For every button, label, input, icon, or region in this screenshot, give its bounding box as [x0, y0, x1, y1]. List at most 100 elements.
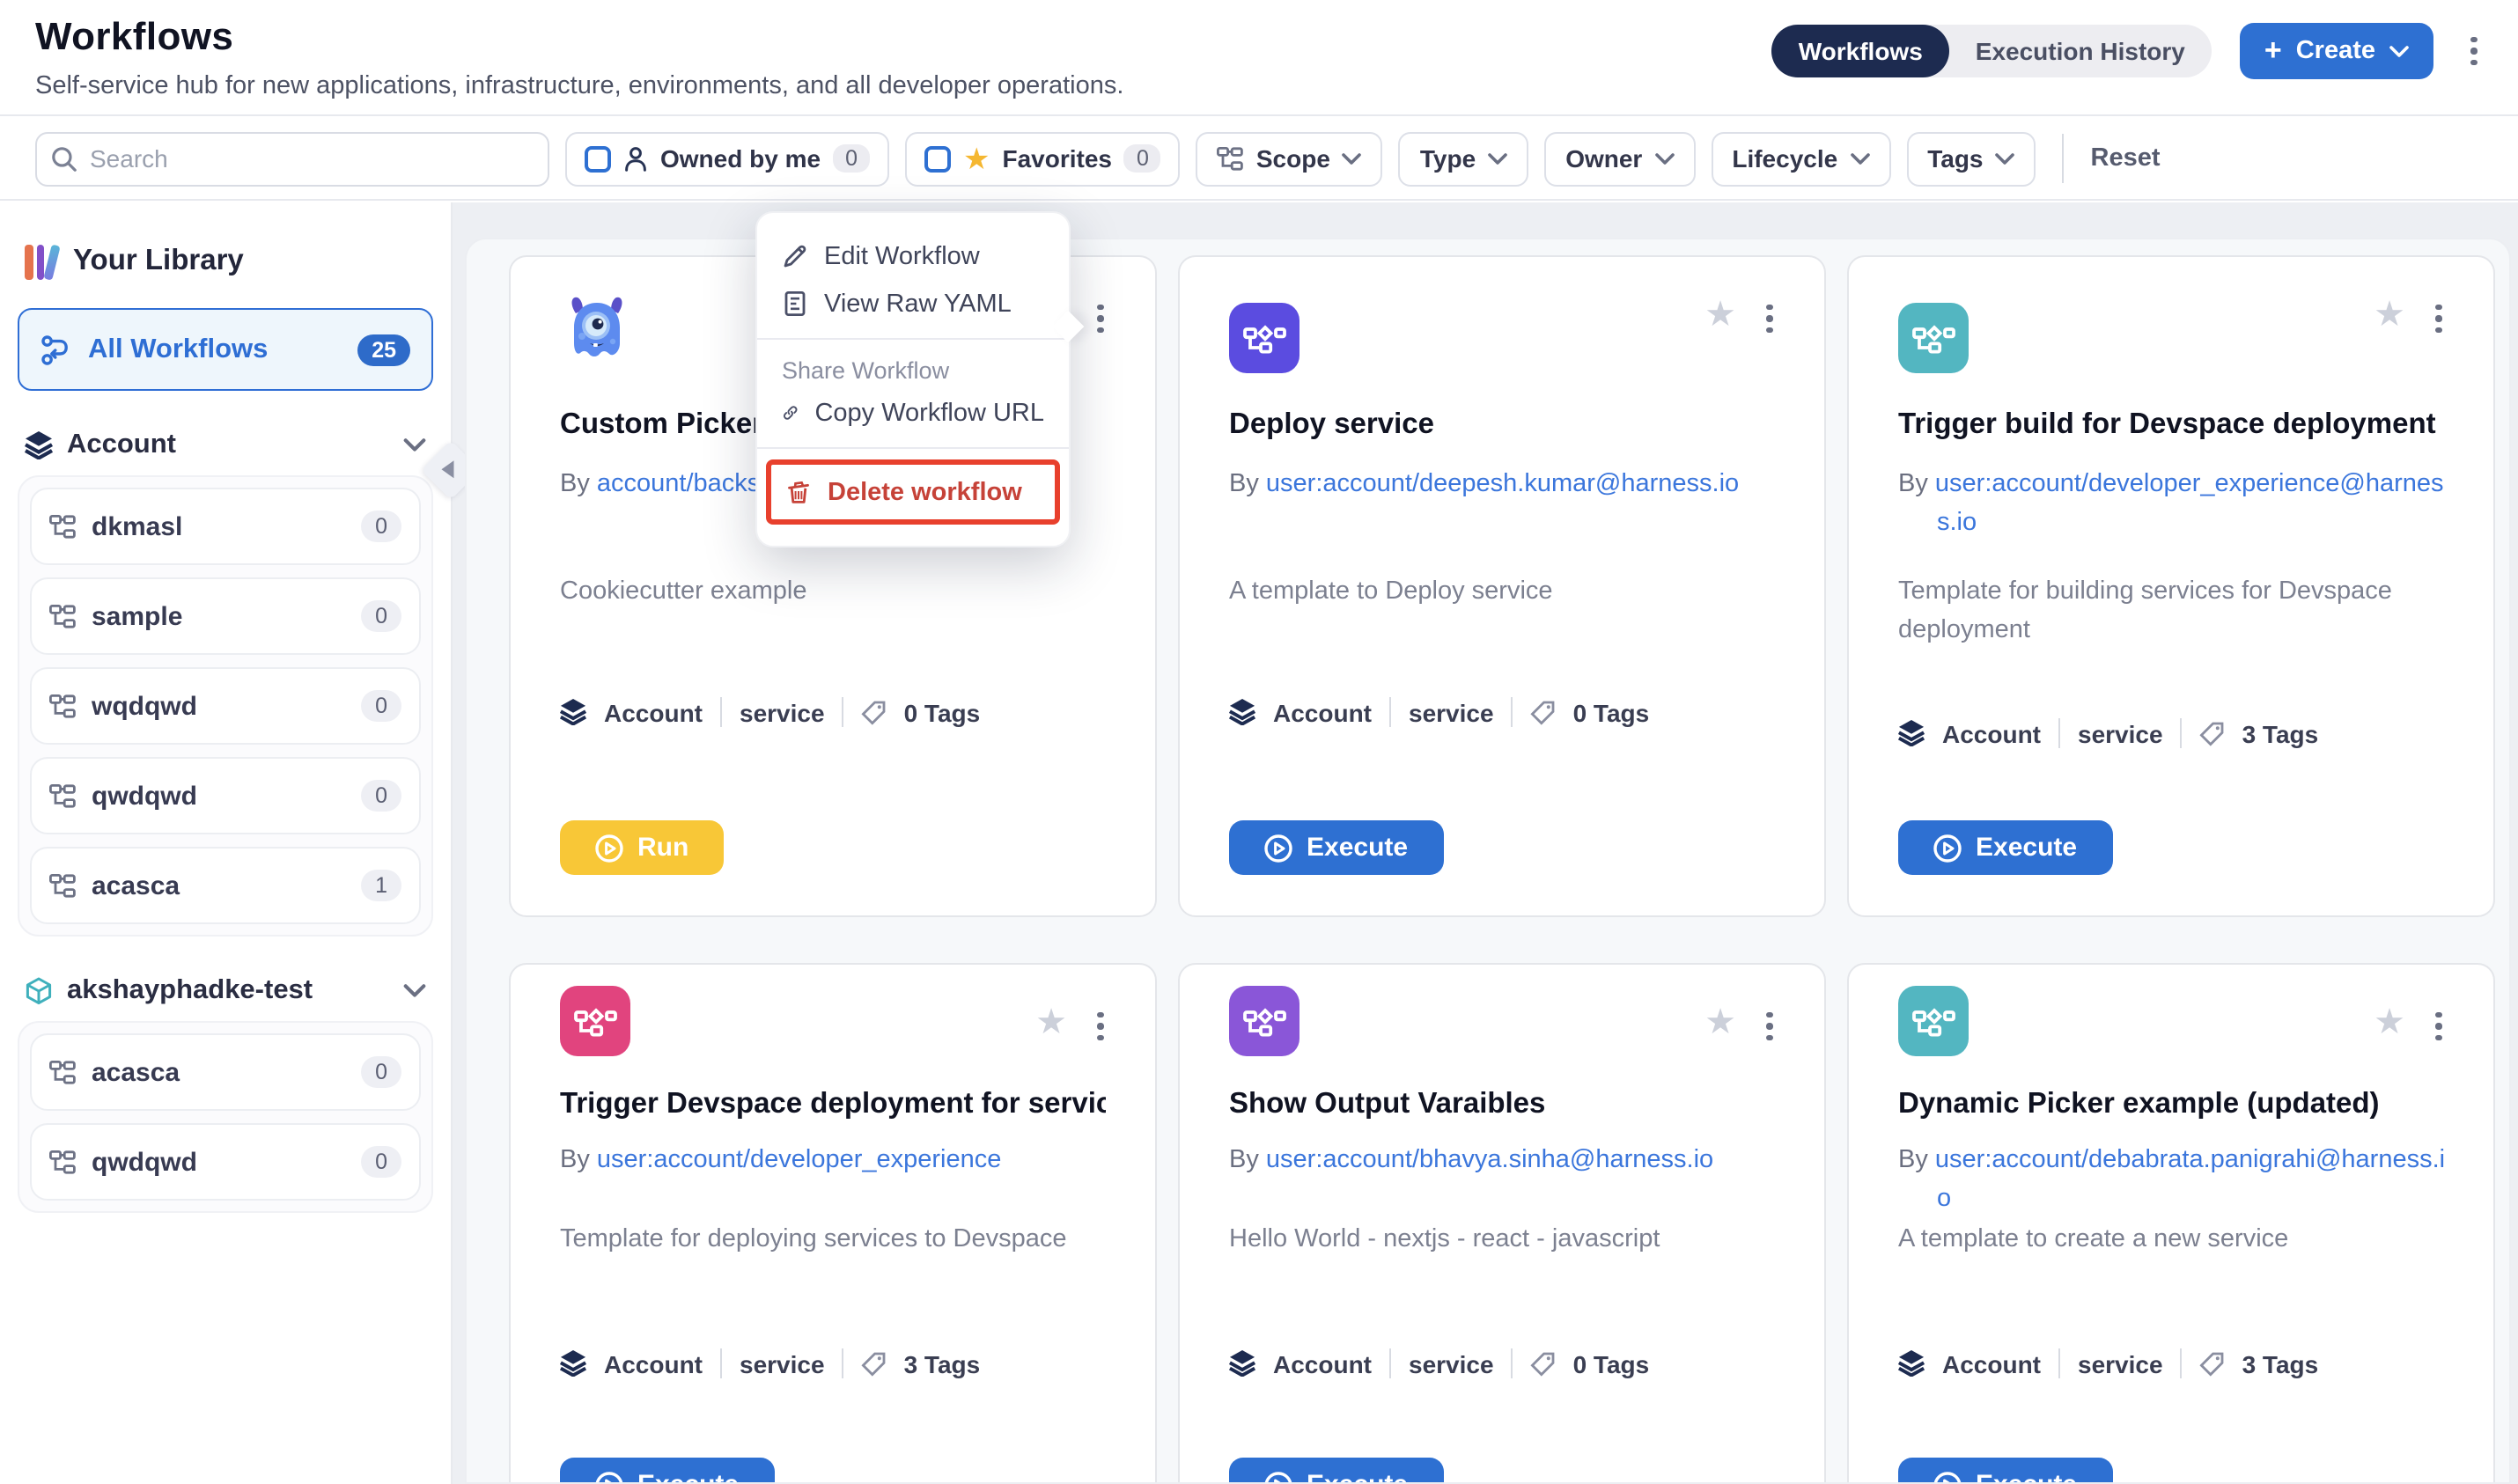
favorites-checkbox[interactable] — [924, 145, 951, 172]
card-kebab-menu-icon[interactable] — [2426, 299, 2451, 338]
by-label: By — [1229, 1146, 1259, 1174]
type-dropdown[interactable]: Type — [1399, 131, 1528, 186]
layers-icon — [1229, 699, 1255, 725]
menu-item-copy-workflow-url[interactable]: Copy Workflow URL — [782, 389, 1044, 437]
create-button[interactable]: + Create — [2240, 23, 2433, 79]
favorite-star-icon[interactable]: ★ — [1704, 1000, 1736, 1044]
chevron-down-icon — [1850, 152, 1869, 165]
lifecycle-dropdown[interactable]: Lifecycle — [1711, 131, 1890, 186]
owner-link[interactable]: account/backs — [597, 470, 760, 498]
share-workflow-section-label: Share Workflow — [782, 350, 1044, 389]
search-input[interactable] — [35, 131, 549, 186]
person-icon — [623, 145, 648, 172]
sidebar-item-qwdqwd-2[interactable]: qwdqwd 0 — [30, 1123, 421, 1201]
page-kebab-menu-icon[interactable] — [2462, 32, 2486, 70]
favorite-star-icon[interactable]: ★ — [1035, 1000, 1067, 1044]
execute-button[interactable]: Execute — [1898, 820, 2112, 875]
sidebar-item-qwdqwd[interactable]: qwdqwd 0 — [30, 757, 421, 834]
play-icon — [595, 1471, 623, 1484]
card-kebab-menu-icon[interactable] — [1757, 299, 1782, 338]
favorite-star-icon[interactable]: ★ — [2374, 292, 2405, 336]
chevron-down-icon — [403, 438, 426, 452]
favorite-star-icon[interactable]: ★ — [1704, 292, 1736, 336]
sidebar-item-dkmasl[interactable]: dkmasl 0 — [30, 488, 421, 565]
workflow-meta: Account service 0 Tags — [560, 697, 980, 727]
sidebar-group-account[interactable]: Account — [25, 430, 426, 461]
scope-dropdown[interactable]: Scope — [1196, 131, 1383, 186]
play-icon — [1933, 834, 1962, 862]
owner-link[interactable]: user:account/developer_experience — [597, 1146, 1001, 1174]
toggle-execution-history[interactable]: Execution History — [1949, 25, 2212, 77]
sidebar-group-akshayphadke-test[interactable]: akshayphadke-test — [25, 975, 426, 1007]
workflow-owner: By user:account/developer_experience@har… — [1898, 465, 2455, 544]
owner-dropdown[interactable]: Owner — [1544, 131, 1695, 186]
list-item-label: acasca — [92, 1057, 345, 1087]
workflow-meta: Account service 0 Tags — [1229, 1348, 1649, 1378]
owned-by-me-filter[interactable]: Owned by me 0 — [565, 131, 889, 186]
by-label: By — [1898, 1146, 1928, 1174]
tags-dropdown[interactable]: Tags — [1906, 131, 2036, 186]
chevron-down-icon — [1996, 152, 2015, 165]
layers-icon — [1229, 1350, 1255, 1377]
list-item-label: acasca — [92, 871, 345, 900]
execute-button[interactable]: Execute — [1229, 820, 1443, 875]
count-badge: 0 — [361, 1146, 401, 1178]
reset-filters-button[interactable]: Reset — [2091, 144, 2161, 173]
owned-by-me-checkbox[interactable] — [585, 145, 611, 172]
scope-dropdown-label: Scope — [1256, 144, 1330, 173]
chevron-down-icon — [1654, 152, 1674, 165]
favorites-filter[interactable]: ★ Favorites 0 — [905, 131, 1181, 186]
library-icon — [25, 241, 55, 280]
execute-button[interactable]: Execute — [560, 1458, 774, 1484]
tag-icon — [2200, 721, 2225, 746]
card-kebab-menu-icon[interactable] — [1088, 1007, 1113, 1046]
execute-button-label: Execute — [1307, 1470, 1408, 1484]
page-title: Workflows — [35, 14, 233, 60]
owner-link[interactable]: user:account/deepesh.kumar@harness.io — [1266, 470, 1739, 498]
workflow-owner: By user:account/bhavya.sinha@harness.io — [1229, 1141, 1785, 1180]
by-label: By — [1898, 470, 1928, 498]
favorite-star-icon[interactable]: ★ — [2374, 1000, 2405, 1044]
tags-label: 0 Tags — [1573, 1349, 1650, 1377]
execute-button[interactable]: Execute — [1229, 1458, 1443, 1484]
workflow-card-trigger-build-devspace[interactable]: ★ Trigger build for Devspace deployment … — [1847, 255, 2495, 917]
workflow-card-icon — [1229, 986, 1299, 1056]
workflow-owner: By user:account/debabrata.panigrahi@harn… — [1898, 1141, 2455, 1220]
chevron-down-icon — [1343, 152, 1362, 165]
owner-link[interactable]: user:account/debabrata.panigrahi@harness… — [1935, 1146, 2445, 1214]
workflow-description: Template for building services for Devsp… — [1898, 574, 2444, 650]
toggle-workflows[interactable]: Workflows — [1772, 25, 1949, 77]
document-icon — [782, 290, 808, 317]
menu-item-edit-workflow[interactable]: Edit Workflow — [782, 232, 1044, 280]
sidebar-item-sample[interactable]: sample 0 — [30, 577, 421, 655]
workflow-meta: Account service 0 Tags — [1229, 697, 1649, 727]
workflow-card-deploy-service[interactable]: ★ Deploy service By user:account/deepesh… — [1178, 255, 1826, 917]
workflow-card-dynamic-picker[interactable]: ★ Dynamic Picker example (updated) By us… — [1847, 963, 2495, 1484]
sidebar-item-acasca-2[interactable]: acasca 0 — [30, 1033, 421, 1111]
sidebar-item-acasca[interactable]: acasca 1 — [30, 847, 421, 924]
card-kebab-menu-icon[interactable] — [1088, 299, 1113, 338]
owner-link[interactable]: user:account/developer_experience@harnes… — [1935, 470, 2444, 538]
play-icon — [595, 834, 623, 862]
tag-icon — [862, 1351, 887, 1376]
run-button[interactable]: Run — [560, 820, 724, 875]
scope-label: Account — [1273, 1349, 1372, 1377]
owned-by-me-label: Owned by me — [660, 144, 821, 173]
favorites-label: Favorites — [1002, 144, 1112, 173]
sidebar-item-wqdqwd[interactable]: wqdqwd 0 — [30, 667, 421, 745]
menu-item-view-raw-yaml[interactable]: View Raw YAML — [782, 280, 1044, 327]
menu-divider — [757, 338, 1069, 340]
workflow-card-trigger-devspace-services[interactable]: ★ Trigger Devspace deployment for servic… — [509, 963, 1157, 1484]
workflow-card-show-output-variables[interactable]: ★ Show Output Varaibles By user:account/… — [1178, 963, 1826, 1484]
group-account-label: Account — [67, 430, 389, 461]
menu-item-delete-workflow[interactable]: Delete workflow — [785, 468, 1041, 516]
chevron-down-icon — [1488, 152, 1507, 165]
card-kebab-menu-icon[interactable] — [2426, 1007, 2451, 1046]
execute-button[interactable]: Execute — [1898, 1458, 2112, 1484]
owner-link[interactable]: user:account/bhavya.sinha@harness.io — [1266, 1146, 1713, 1174]
sidebar-item-all-workflows[interactable]: All Workflows 25 — [18, 308, 433, 391]
layers-icon — [560, 1350, 586, 1377]
count-badge: 0 — [361, 780, 401, 812]
scope-label: Account — [1273, 698, 1372, 726]
card-kebab-menu-icon[interactable] — [1757, 1007, 1782, 1046]
